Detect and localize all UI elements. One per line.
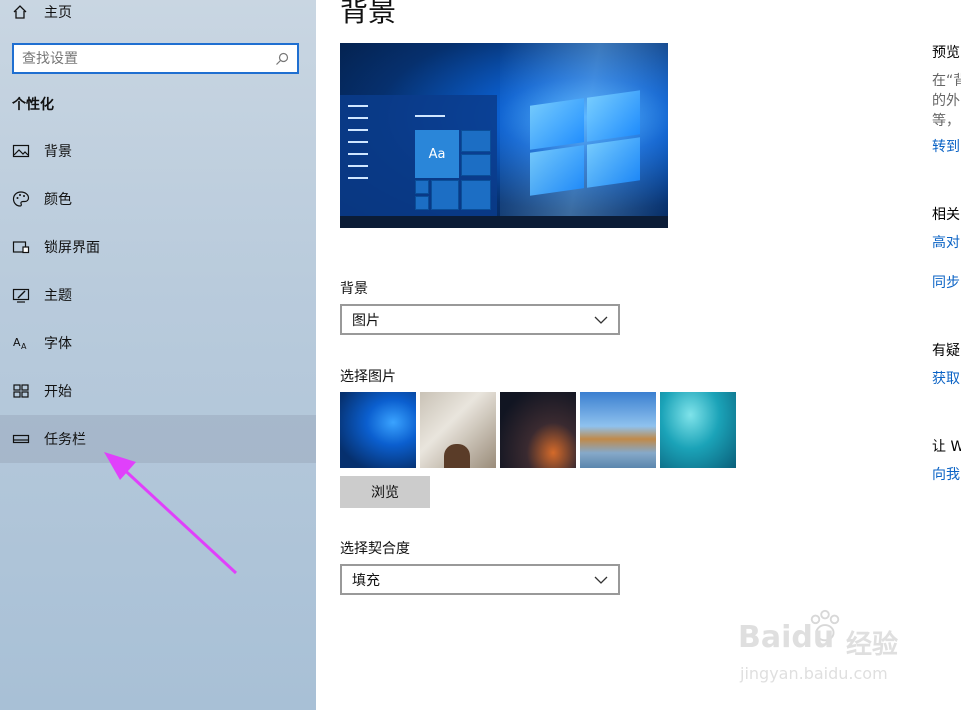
preview-tile xyxy=(461,154,491,176)
background-label: 背景 xyxy=(340,281,368,297)
right-panel: 预览 在“背 的外 等， 转到 相关 高对 同步 有疑 获取 让 W 向我 xyxy=(932,0,961,710)
picture-thumbnail[interactable] xyxy=(660,392,736,468)
search-icon[interactable] xyxy=(275,52,289,66)
preview-heading: 预览 xyxy=(932,45,960,61)
preview-tiles: Aa xyxy=(415,130,493,212)
feedback-link[interactable]: 向我 xyxy=(932,464,960,484)
image-icon xyxy=(12,142,30,160)
picture-thumbnails xyxy=(340,392,736,468)
sidebar-item-fonts[interactable]: AA 字体 xyxy=(0,319,316,367)
svg-text:A: A xyxy=(13,336,21,349)
fit-dropdown-value: 填充 xyxy=(352,572,380,589)
sidebar-item-label: 主题 xyxy=(44,288,72,304)
sidebar-item-color[interactable]: 颜色 xyxy=(0,175,316,223)
lock-screen-icon xyxy=(12,238,30,256)
preview-tile xyxy=(461,180,491,210)
picture-thumbnail[interactable] xyxy=(420,392,496,468)
sidebar: 主页 个性化 背景 颜色 锁屏界面 主题 AA 字体 开始 任务栏 xyxy=(0,0,316,710)
related-link[interactable]: 高对 xyxy=(932,232,960,252)
svg-text:A: A xyxy=(21,342,27,351)
sidebar-item-taskbar[interactable]: 任务栏 xyxy=(0,415,316,463)
section-title: 个性化 xyxy=(12,97,54,113)
nav-home[interactable]: 主页 xyxy=(12,0,72,24)
preview-link[interactable]: 转到 xyxy=(932,136,960,156)
chevron-down-icon xyxy=(594,576,608,584)
theme-icon xyxy=(12,286,30,304)
sidebar-item-label: 背景 xyxy=(44,144,72,160)
preview-header-line xyxy=(415,115,445,117)
chevron-down-icon xyxy=(594,316,608,324)
question-heading: 有疑 xyxy=(932,343,960,359)
sidebar-item-label: 任务栏 xyxy=(44,432,86,448)
windows-logo xyxy=(530,90,640,196)
main-panel: 背景 Aa 背景 图片 选择图片 浏览 选择契合度 填充 xyxy=(316,0,961,710)
sidebar-item-label: 颜色 xyxy=(44,192,72,208)
palette-icon xyxy=(12,190,30,208)
sidebar-item-lock-screen[interactable]: 锁屏界面 xyxy=(0,223,316,271)
preview-tile-aa: Aa xyxy=(415,130,459,178)
taskbar-icon xyxy=(12,430,30,448)
preview-text: 的外 xyxy=(932,93,960,109)
picture-thumbnail[interactable] xyxy=(500,392,576,468)
home-icon xyxy=(13,5,27,19)
start-icon xyxy=(12,382,30,400)
nav-home-label: 主页 xyxy=(44,5,72,21)
page-title: 背景 xyxy=(340,0,397,28)
preview-tile xyxy=(461,130,491,152)
sidebar-item-start[interactable]: 开始 xyxy=(0,367,316,415)
picture-thumbnail[interactable] xyxy=(340,392,416,468)
preview-start-menu: Aa xyxy=(340,95,497,216)
sidebar-item-label: 开始 xyxy=(44,384,72,400)
preview-tile xyxy=(415,196,429,210)
search-box[interactable] xyxy=(12,43,299,74)
preview-text: 等， xyxy=(932,113,960,129)
preview-taskbar xyxy=(340,216,668,228)
preview-tile xyxy=(415,180,429,194)
sidebar-item-background[interactable]: 背景 xyxy=(0,127,316,175)
sidebar-item-label: 锁屏界面 xyxy=(44,240,100,256)
picture-thumbnail[interactable] xyxy=(580,392,656,468)
fit-label: 选择契合度 xyxy=(340,541,410,557)
background-preview: Aa xyxy=(340,43,668,228)
browse-button[interactable]: 浏览 xyxy=(340,476,430,508)
sidebar-item-label: 字体 xyxy=(44,336,72,352)
preview-tile xyxy=(431,180,459,210)
background-dropdown-value: 图片 xyxy=(352,312,380,329)
fit-dropdown[interactable]: 填充 xyxy=(340,564,620,595)
search-input[interactable] xyxy=(22,50,275,67)
feedback-heading: 让 W xyxy=(932,439,961,455)
font-icon: AA xyxy=(12,334,30,352)
background-dropdown[interactable]: 图片 xyxy=(340,304,620,335)
get-help-link[interactable]: 获取 xyxy=(932,368,960,388)
preview-text: 在“背 xyxy=(932,73,961,89)
preview-menu-lines xyxy=(348,105,374,205)
choose-picture-label: 选择图片 xyxy=(340,369,396,385)
sidebar-item-themes[interactable]: 主题 xyxy=(0,271,316,319)
related-heading: 相关 xyxy=(932,207,960,223)
related-link[interactable]: 同步 xyxy=(932,272,960,292)
